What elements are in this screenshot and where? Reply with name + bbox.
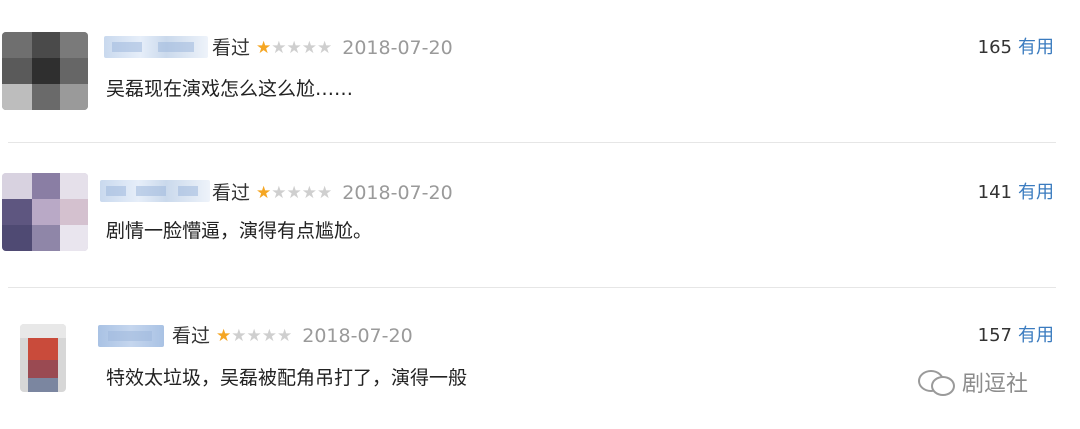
star-empty-icon: ★★★★	[231, 326, 293, 346]
vote-area: 141 有用	[978, 182, 1054, 204]
watched-status: 看过	[212, 37, 251, 59]
useful-button[interactable]: 有用	[1018, 325, 1054, 346]
watched-status: 看过	[212, 182, 251, 204]
divider	[8, 142, 1056, 143]
useful-button[interactable]: 有用	[1018, 182, 1054, 203]
review-text: 特效太垃圾，吴磊被配角吊打了，演得一般	[106, 367, 468, 389]
username-link[interactable]	[98, 325, 164, 347]
useful-button[interactable]: 有用	[1018, 37, 1054, 58]
watched-status: 看过	[172, 325, 211, 347]
review-meta: 看过 ★★★★★ 2018-07-20	[172, 325, 413, 347]
star-filled-icon: ★	[216, 326, 232, 346]
review-item: 看过 ★★★★★ 2018-07-20 特效太垃圾，吴磊被配角吊打了，演得一般 15…	[0, 288, 1080, 428]
star-empty-icon: ★★★★	[271, 183, 333, 203]
review-text: 吴磊现在演戏怎么这么尬……	[106, 78, 354, 100]
username-link[interactable]	[100, 180, 210, 202]
review-date: 2018-07-20	[342, 182, 453, 204]
star-filled-icon: ★	[256, 38, 272, 58]
watermark: 剧逗社	[918, 366, 1028, 398]
username-link[interactable]	[104, 36, 208, 58]
review-meta: 看过 ★★★★★ 2018-07-20	[212, 37, 453, 59]
avatar[interactable]	[20, 324, 66, 392]
review-text: 剧情一脸懵逼，演得有点尴尬。	[106, 220, 373, 242]
watermark-text: 剧逗社	[962, 372, 1029, 397]
star-empty-icon: ★★★★	[271, 38, 333, 58]
vote-count: 141	[977, 182, 1012, 203]
wechat-icon	[918, 370, 956, 396]
rating-stars: ★★★★★	[256, 37, 332, 59]
review-item: 看过 ★★★★★ 2018-07-20 吴磊现在演戏怎么这么尬…… 165 有用	[0, 0, 1080, 140]
avatar[interactable]	[2, 32, 88, 110]
review-date: 2018-07-20	[302, 325, 413, 347]
vote-count: 165	[977, 37, 1012, 58]
vote-count: 157	[977, 325, 1012, 346]
review-meta: 看过 ★★★★★ 2018-07-20	[212, 182, 453, 204]
rating-stars: ★★★★★	[216, 325, 292, 347]
vote-area: 157 有用	[978, 325, 1054, 347]
avatar[interactable]	[2, 173, 88, 251]
star-filled-icon: ★	[256, 183, 272, 203]
rating-stars: ★★★★★	[256, 182, 332, 204]
review-date: 2018-07-20	[342, 37, 453, 59]
vote-area: 165 有用	[978, 37, 1054, 59]
review-item: 看过 ★★★★★ 2018-07-20 剧情一脸懵逼，演得有点尴尬。 141 有用	[0, 145, 1080, 285]
